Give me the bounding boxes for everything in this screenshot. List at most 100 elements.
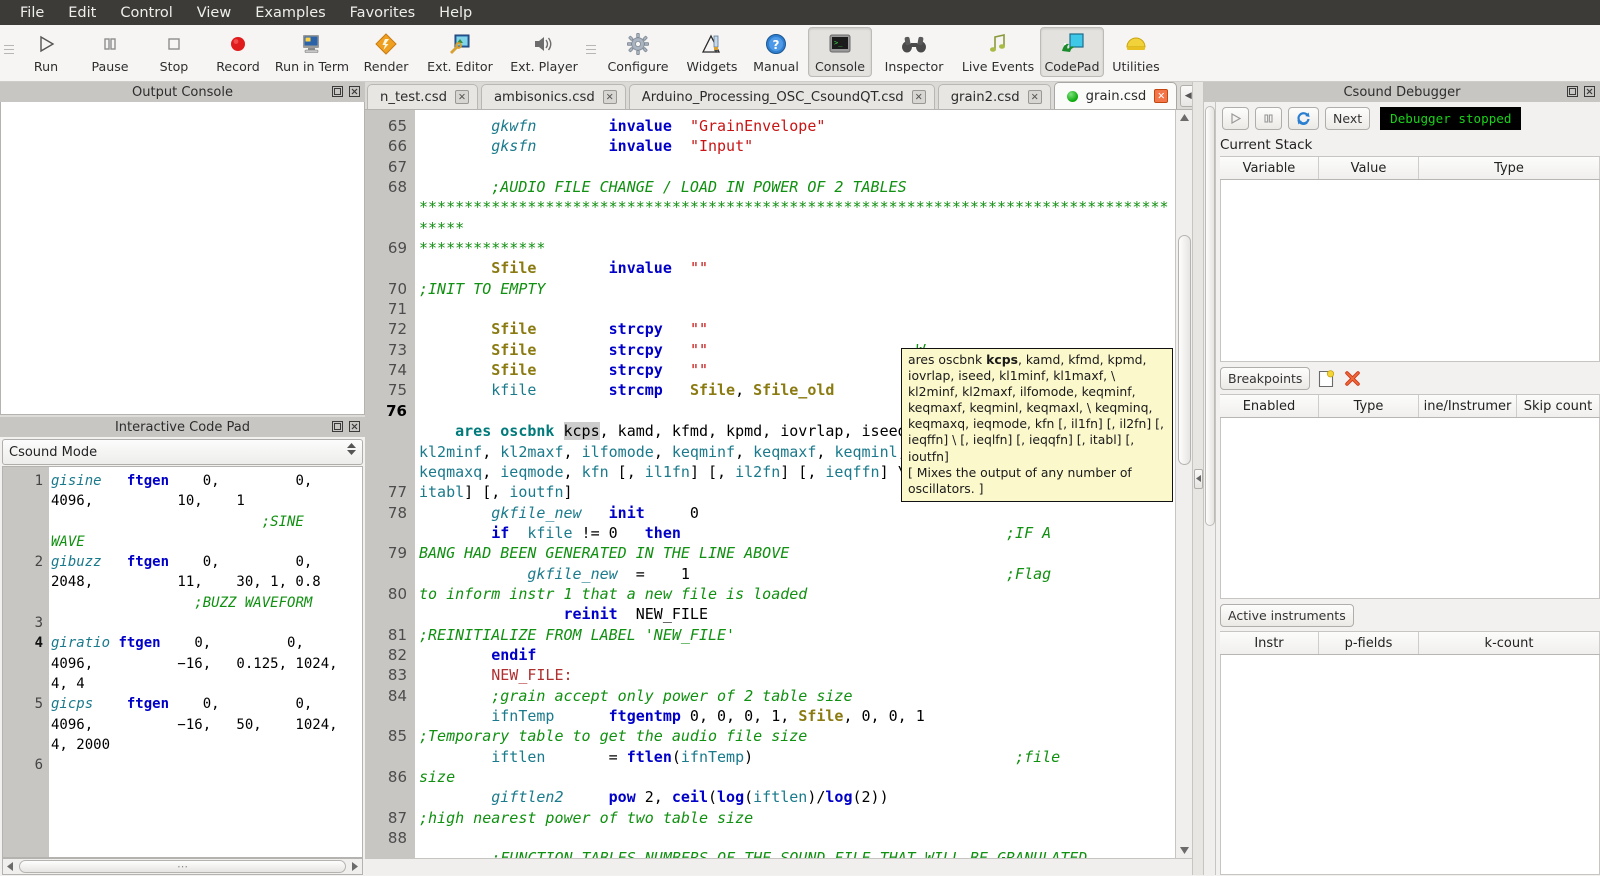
close-icon[interactable] bbox=[1583, 85, 1596, 98]
scroll-right-icon[interactable] bbox=[347, 859, 362, 874]
menu-item-help[interactable]: Help bbox=[427, 1, 484, 25]
tab-close-icon[interactable]: ✕ bbox=[911, 90, 926, 104]
code-pad-horizontal-scrollbar[interactable] bbox=[2, 858, 363, 875]
code-pad-editor[interactable]: 1 2 3 4 5 6 gisine ftgen 0, 0, 4096, 10,… bbox=[2, 466, 363, 858]
toolbar-widgets-button[interactable]: Widgets bbox=[680, 27, 744, 77]
toolbar-pause-button[interactable]: Pause bbox=[78, 27, 142, 77]
editor-horizontal-scrollbar[interactable] bbox=[365, 858, 1192, 875]
render-diamond-icon bbox=[371, 31, 401, 57]
editor-tab-2[interactable]: Arduino_Processing_OSC_CsoundQT.csd ✕ bbox=[628, 84, 935, 109]
add-breakpoint-icon[interactable] bbox=[1317, 369, 1336, 388]
line-number: 5 bbox=[34, 696, 43, 713]
close-icon[interactable] bbox=[348, 85, 361, 98]
opcode-tooltip: ares oscbnk kcps, kamd, kfmd, kpmd, iovr… bbox=[901, 348, 1173, 502]
code-pad-mode-select[interactable]: Csound Mode bbox=[2, 439, 363, 465]
debugger-title: Csound Debugger bbox=[1343, 84, 1461, 100]
line-number: 80 bbox=[387, 584, 407, 603]
delete-breakpoint-icon[interactable] bbox=[1343, 369, 1362, 388]
output-console-text[interactable] bbox=[0, 102, 365, 415]
toolbar-render-label: Render bbox=[363, 59, 409, 74]
col-variable[interactable]: Variable bbox=[1220, 157, 1319, 179]
scroll-down-icon[interactable] bbox=[1177, 843, 1192, 858]
debugger-next-button[interactable]: Next bbox=[1325, 107, 1371, 130]
scroll-up-icon[interactable] bbox=[1177, 110, 1192, 125]
menu-item-edit[interactable]: Edit bbox=[56, 1, 108, 25]
toolbar-inspector-button[interactable]: Inspector bbox=[872, 27, 956, 77]
tab-close-icon[interactable]: ✕ bbox=[454, 90, 469, 104]
right-splitter-handle[interactable] bbox=[1192, 82, 1203, 875]
menu-item-control[interactable]: Control bbox=[108, 1, 184, 25]
breakpoints-table-body[interactable] bbox=[1220, 418, 1600, 599]
code-pad-source[interactable]: gisine ftgen 0, 0, 4096, 10, 1 ;SINE WAV… bbox=[49, 467, 362, 857]
col-p-fields[interactable]: p-fields bbox=[1319, 632, 1419, 654]
col-type[interactable]: Type bbox=[1319, 395, 1419, 417]
active-instruments-table-body[interactable] bbox=[1220, 655, 1600, 875]
svg-text:?: ? bbox=[773, 38, 780, 52]
toolbar-live-events-button[interactable]: Live Events bbox=[956, 27, 1040, 77]
float-icon[interactable] bbox=[1566, 85, 1579, 98]
toolbar-configure-button[interactable]: Configure bbox=[596, 27, 680, 77]
debugger-refresh-button[interactable] bbox=[1288, 107, 1319, 130]
breakpoints-toolbar: Breakpoints bbox=[1216, 362, 1600, 394]
tab-scroll-left-button[interactable]: ◀ bbox=[1180, 85, 1192, 107]
toolbar-stop-button[interactable]: Stop bbox=[142, 27, 206, 77]
float-icon[interactable] bbox=[331, 85, 344, 98]
col-skip-count[interactable]: Skip count bbox=[1517, 395, 1600, 417]
tab-close-icon[interactable]: ✕ bbox=[1154, 89, 1169, 103]
col-value[interactable]: Value bbox=[1319, 157, 1419, 179]
editor-vertical-scrollbar[interactable] bbox=[1175, 110, 1192, 858]
float-icon[interactable] bbox=[331, 420, 344, 433]
editor-tab-0[interactable]: n_test.csd ✕ bbox=[367, 84, 478, 109]
editor-tab-1[interactable]: ambisonics.csd ✕ bbox=[480, 84, 626, 109]
toolbar-separator-handle[interactable] bbox=[586, 29, 596, 77]
code-editor[interactable]: 65 66 67 68 69 70 71 72 73 74 75 76 77 7… bbox=[365, 109, 1192, 858]
toolbar-record-button[interactable]: Record bbox=[206, 27, 270, 77]
scroll-left-icon[interactable] bbox=[3, 859, 18, 874]
toolbar-ext-player-button[interactable]: Ext. Player bbox=[502, 27, 586, 77]
toolbar-run-button[interactable]: Run bbox=[14, 27, 78, 77]
toolbar-ext-editor-button[interactable]: Ext. Editor bbox=[418, 27, 502, 77]
tab-close-icon[interactable]: ✕ bbox=[602, 90, 617, 104]
menu-item-examples[interactable]: Examples bbox=[243, 1, 337, 25]
toolbar-render-button[interactable]: Render bbox=[354, 27, 418, 77]
line-number: 66 bbox=[387, 137, 407, 156]
debugger-pause-button[interactable] bbox=[1255, 107, 1282, 130]
close-icon[interactable] bbox=[348, 420, 361, 433]
menu-item-view[interactable]: View bbox=[185, 1, 243, 25]
menu-item-favorites[interactable]: Favorites bbox=[338, 1, 428, 25]
toolbar-ext-player-label: Ext. Player bbox=[510, 59, 578, 74]
line-number: 82 bbox=[387, 645, 407, 664]
toolbar-manual-button[interactable]: ? Manual bbox=[744, 27, 808, 77]
console-icon: >_ bbox=[825, 31, 855, 57]
col-line-instrument[interactable]: ine/Instrumer bbox=[1419, 395, 1517, 417]
toolbar-run-in-term-button[interactable]: Run in Term bbox=[270, 27, 354, 77]
col-k-count[interactable]: k-count bbox=[1419, 632, 1600, 654]
editor-tab-4[interactable]: grain.csd ✕ bbox=[1053, 82, 1178, 109]
line-number: 88 bbox=[387, 829, 407, 847]
active-instruments-button[interactable]: Active instruments bbox=[1220, 604, 1354, 627]
modified-indicator-icon bbox=[1066, 90, 1078, 102]
col-type[interactable]: Type bbox=[1419, 157, 1600, 179]
line-number: 3 bbox=[34, 615, 43, 632]
output-console-dock-buttons bbox=[331, 85, 361, 98]
editor-tab-3[interactable]: grain2.csd ✕ bbox=[937, 84, 1051, 109]
widgets-pencil-icon bbox=[697, 31, 727, 57]
breakpoints-table-header: Enabled Type ine/Instrumer Skip count bbox=[1220, 394, 1600, 418]
debugger-play-button[interactable] bbox=[1222, 107, 1249, 130]
breakpoints-button[interactable]: Breakpoints bbox=[1220, 367, 1311, 390]
current-stack-table-body[interactable] bbox=[1220, 180, 1600, 362]
tab-close-icon[interactable]: ✕ bbox=[1027, 90, 1042, 104]
toolbar-console-button[interactable]: >_ Console bbox=[808, 27, 872, 77]
toolbar-codepad-button[interactable]: CodePad bbox=[1040, 27, 1104, 77]
chevron-updown-icon[interactable] bbox=[347, 443, 356, 455]
toolbar-drag-handle[interactable] bbox=[4, 29, 14, 77]
menu-item-file[interactable]: File bbox=[8, 1, 56, 25]
tooltip-signature-prefix: ares oscbnk bbox=[908, 352, 987, 367]
col-instr[interactable]: Instr bbox=[1220, 632, 1319, 654]
active-instruments-table-header: Instr p-fields k-count bbox=[1220, 631, 1600, 655]
col-enabled[interactable]: Enabled bbox=[1220, 395, 1319, 417]
scrollbar-thumb[interactable] bbox=[19, 860, 346, 873]
toolbar-utilities-button[interactable]: Utilities bbox=[1104, 27, 1168, 77]
scrollbar-thumb[interactable] bbox=[1177, 235, 1191, 465]
editor-tab-bar: n_test.csd ✕ ambisonics.csd ✕ Arduino_Pr… bbox=[365, 82, 1192, 109]
